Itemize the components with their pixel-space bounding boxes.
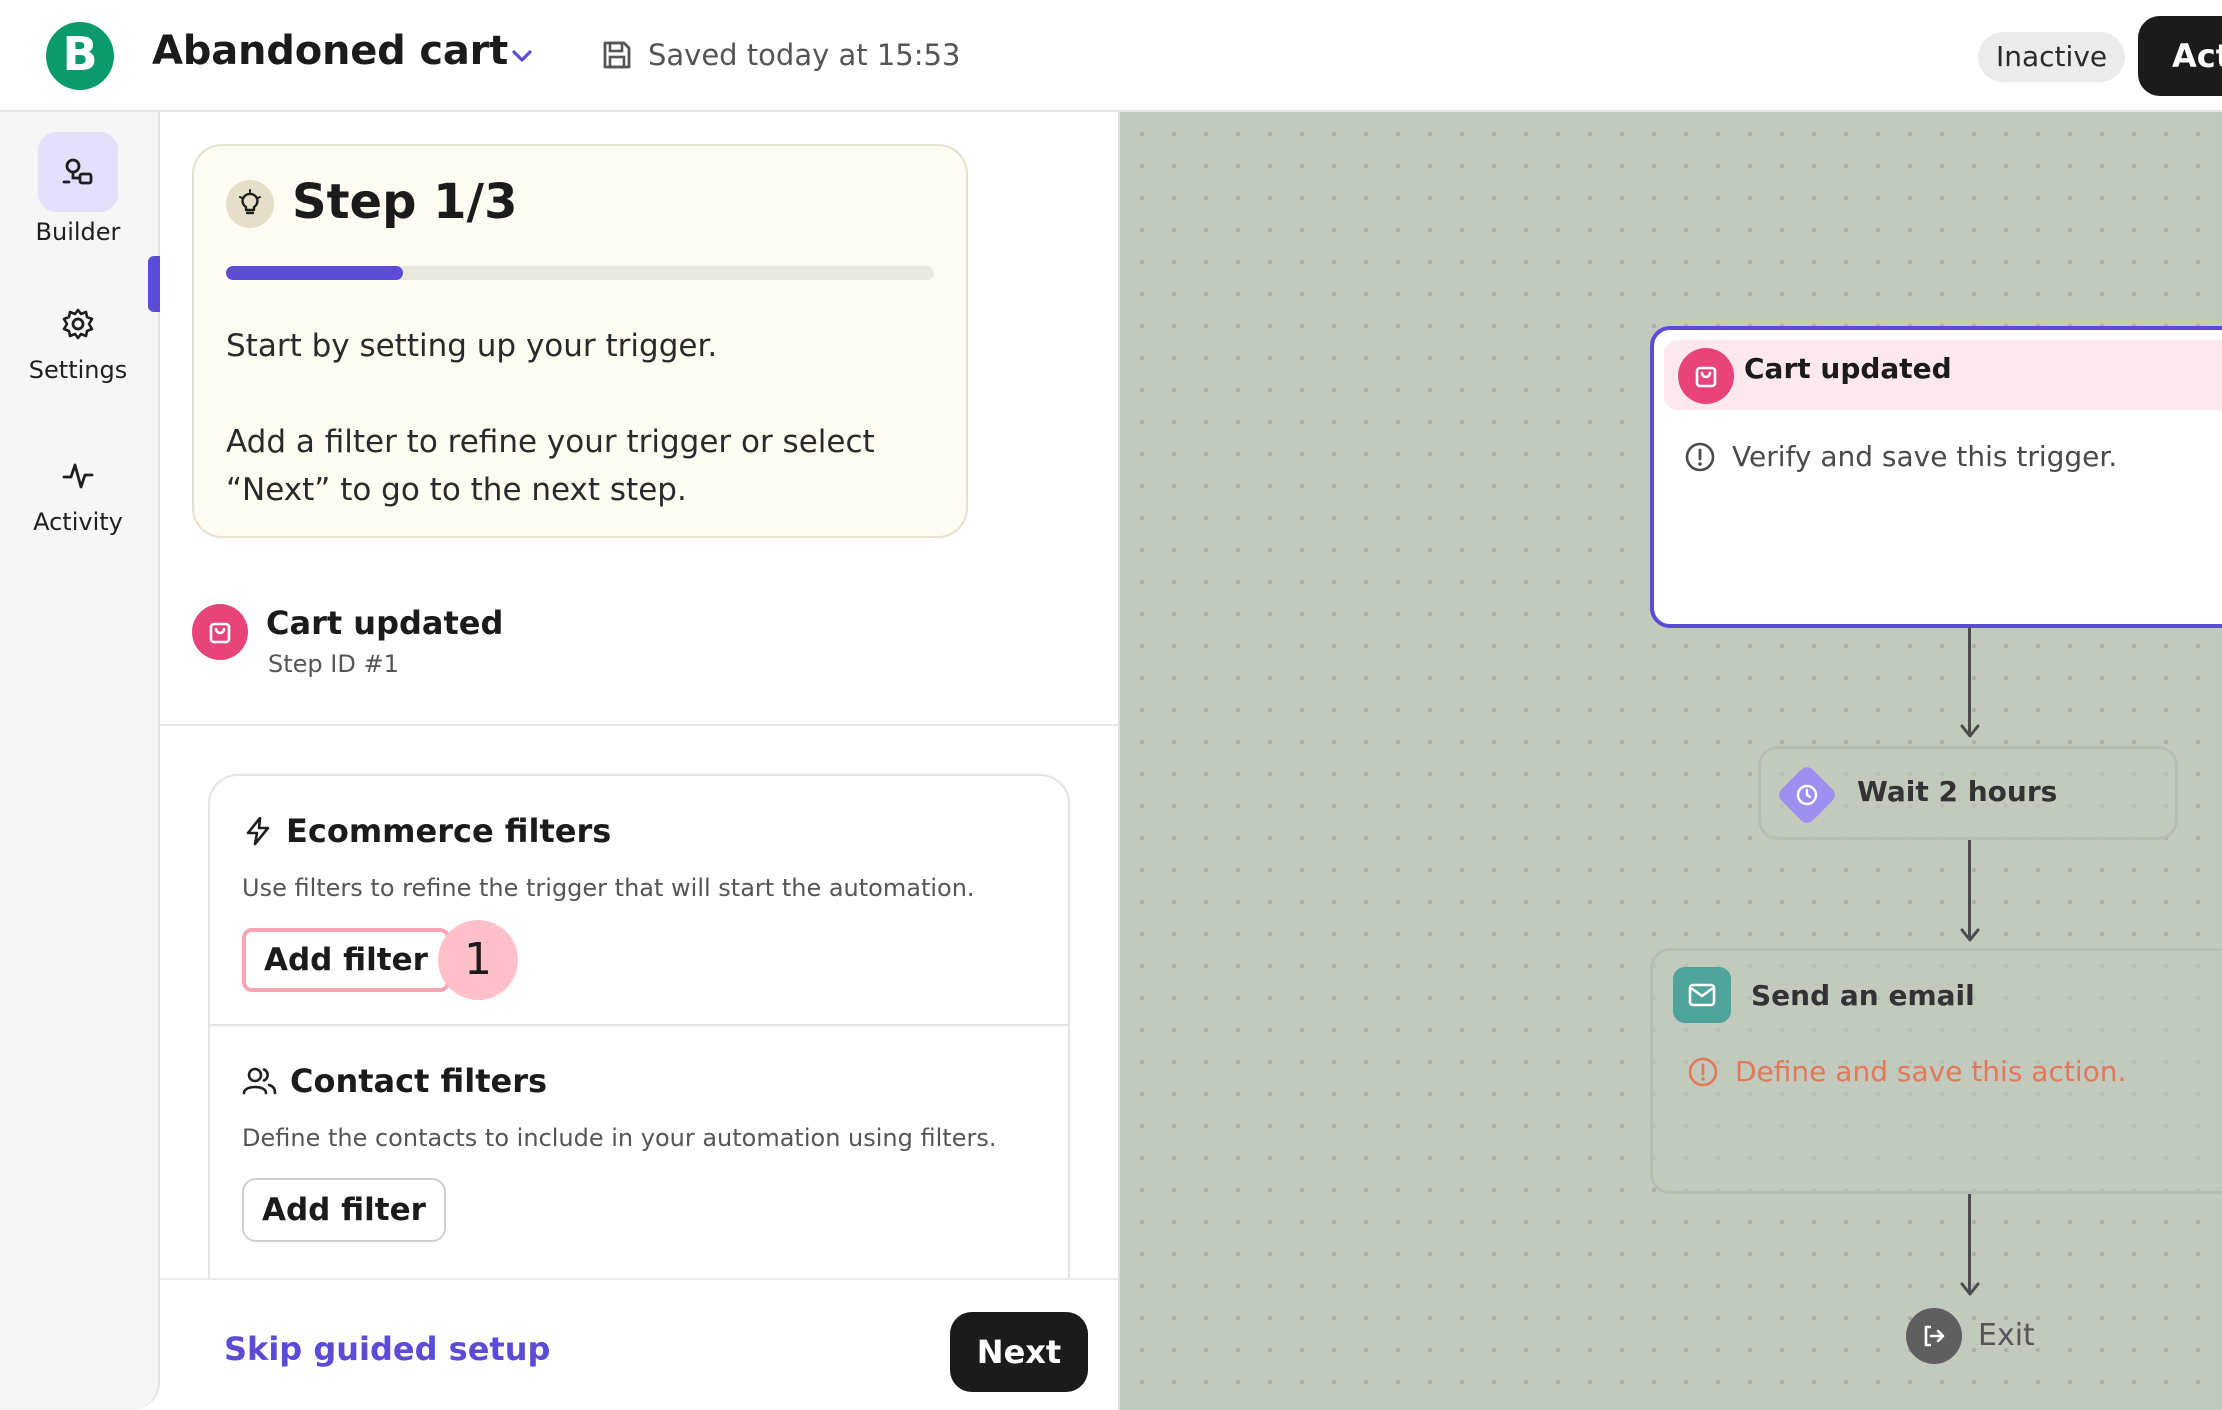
step-instruction-2: Add a filter to refine your trigger or s… bbox=[226, 424, 875, 508]
next-button[interactable]: Next bbox=[950, 1312, 1088, 1392]
trigger-name: Cart updated bbox=[266, 604, 504, 642]
step-title: Step 1/3 bbox=[292, 174, 518, 230]
step-guide-card: Step 1/3 Start by setting up your trigge… bbox=[192, 144, 968, 538]
nav-item-activity[interactable]: Activity bbox=[0, 450, 156, 536]
trigger-node-title: Cart updated bbox=[1744, 352, 1952, 385]
saved-status: Saved today at 15:53 bbox=[648, 38, 961, 72]
step-progress-bar bbox=[226, 266, 934, 280]
ecommerce-filters-section: Ecommerce filters Use filters to refine … bbox=[210, 776, 1068, 1026]
arrow-down-icon bbox=[1960, 1282, 1980, 1296]
chevron-down-icon[interactable] bbox=[506, 40, 538, 72]
contact-filters-description: Define the contacts to include in your a… bbox=[242, 1124, 997, 1152]
wait-node-label: Wait 2 hours bbox=[1857, 775, 2058, 808]
email-node-message: Define and save this action. bbox=[1735, 1055, 2127, 1088]
panel-footer: Skip guided setup Next bbox=[160, 1278, 1118, 1410]
clock-icon bbox=[1796, 784, 1818, 806]
step-marker-badge: 1 bbox=[438, 920, 518, 1000]
add-contact-filter-button[interactable]: Add filter bbox=[242, 1178, 446, 1242]
activate-button[interactable]: Act bbox=[2138, 16, 2222, 96]
left-nav: Builder Settings Activity bbox=[0, 112, 160, 1410]
exit-icon bbox=[1906, 1308, 1962, 1364]
trigger-step-id: Step ID #1 bbox=[268, 650, 399, 678]
envelope-icon bbox=[1673, 967, 1731, 1023]
ecommerce-filters-description: Use filters to refine the trigger that w… bbox=[242, 874, 975, 902]
connector-line bbox=[1968, 628, 1971, 736]
nav-label-builder: Builder bbox=[35, 218, 121, 246]
status-badge: Inactive bbox=[1978, 32, 2126, 82]
nav-item-settings[interactable]: Settings bbox=[0, 298, 156, 384]
step-instruction-1: Start by setting up your trigger. bbox=[226, 328, 718, 364]
nav-item-builder[interactable]: Builder bbox=[0, 132, 156, 246]
divider bbox=[160, 724, 1118, 726]
shopping-bag-icon bbox=[1678, 348, 1734, 404]
email-node[interactable]: Send an email Define and save this actio… bbox=[1650, 948, 2222, 1194]
add-ecommerce-filter-button[interactable]: Add filter bbox=[242, 928, 450, 992]
save-icon bbox=[603, 41, 631, 69]
trigger-node[interactable]: Cart updated Verify and save this trigge… bbox=[1650, 326, 2222, 628]
lightbulb-icon bbox=[226, 180, 274, 228]
workflow-canvas[interactable]: Cart updated Verify and save this trigge… bbox=[1120, 112, 2222, 1410]
ecommerce-filters-title: Ecommerce filters bbox=[286, 812, 612, 850]
nav-label-settings: Settings bbox=[28, 356, 128, 384]
gear-icon bbox=[62, 308, 94, 340]
progress-fill bbox=[226, 266, 403, 280]
contact-filters-section: Contact filters Define the contacts to i… bbox=[210, 1026, 1068, 1276]
users-icon bbox=[242, 1067, 277, 1095]
brevo-logo[interactable]: B bbox=[46, 22, 114, 90]
lightning-icon bbox=[246, 816, 270, 846]
guided-setup-panel: Step 1/3 Start by setting up your trigge… bbox=[160, 112, 1120, 1410]
wait-node[interactable]: Wait 2 hours bbox=[1758, 746, 2178, 840]
automation-title[interactable]: Abandoned cart bbox=[152, 28, 508, 74]
info-icon bbox=[1685, 442, 1715, 471]
connector-line bbox=[1968, 840, 1971, 940]
arrow-down-icon bbox=[1960, 928, 1980, 942]
contact-filters-title: Contact filters bbox=[290, 1062, 548, 1100]
shopping-bag-icon bbox=[192, 604, 248, 660]
activity-icon bbox=[62, 463, 94, 489]
top-bar: B Abandoned cart Saved today at 15:53 In… bbox=[0, 0, 2222, 112]
arrow-down-icon bbox=[1960, 724, 1980, 738]
connector-line bbox=[1968, 1194, 1971, 1294]
exit-label: Exit bbox=[1978, 1318, 2035, 1353]
builder-icon bbox=[62, 158, 93, 185]
email-node-title: Send an email bbox=[1751, 979, 1975, 1012]
skip-guided-setup-link[interactable]: Skip guided setup bbox=[224, 1330, 550, 1368]
warning-icon bbox=[1688, 1057, 1718, 1086]
nav-label-activity: Activity bbox=[33, 508, 123, 536]
trigger-node-message: Verify and save this trigger. bbox=[1732, 440, 2118, 473]
